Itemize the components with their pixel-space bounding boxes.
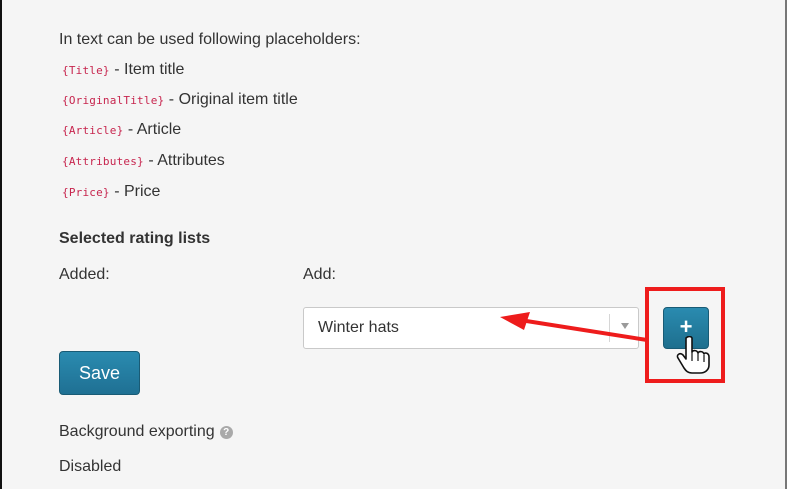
placeholder-article: {Article} - Article [62,120,181,141]
add-label: Add: [303,266,336,283]
placeholder-code: {Attributes} [62,155,144,168]
red-arrow-annotation [500,312,649,342]
placeholder-description: - Item title [114,61,185,78]
placeholder-description: - Original item title [168,91,298,108]
placeholder-description: - Price [114,183,161,200]
placeholder-title: {Title} - Item title [62,60,184,81]
select-value: Winter hats [318,319,399,336]
placeholder-code: {Price} [62,186,110,199]
background-exporting-text: Background exporting [59,423,215,440]
placeholder-code: {Article} [62,124,124,137]
hand-pointer-icon [676,336,710,374]
placeholder-code: {Title} [62,64,110,77]
settings-panel: In text can be used following placeholde… [0,0,787,489]
question-circle-icon[interactable]: ? [219,426,233,439]
placeholder-code: {OriginalTitle} [62,94,165,107]
placeholder-attributes: {Attributes} - Attributes [62,151,225,172]
placeholder-price: {Price} - Price [62,182,160,203]
placeholder-original-title: {OriginalTitle} - Original item title [62,90,298,111]
placeholders-intro: In text can be used following placeholde… [59,31,361,48]
background-exporting-status: Disabled [59,458,122,475]
placeholder-description: - Attributes [148,152,225,169]
background-exporting-label: Background exporting? [59,423,233,441]
placeholder-description: - Article [127,121,182,138]
added-label: Added: [59,266,110,283]
save-button[interactable]: Save [59,351,140,395]
rating-lists-title: Selected rating lists [59,230,211,247]
